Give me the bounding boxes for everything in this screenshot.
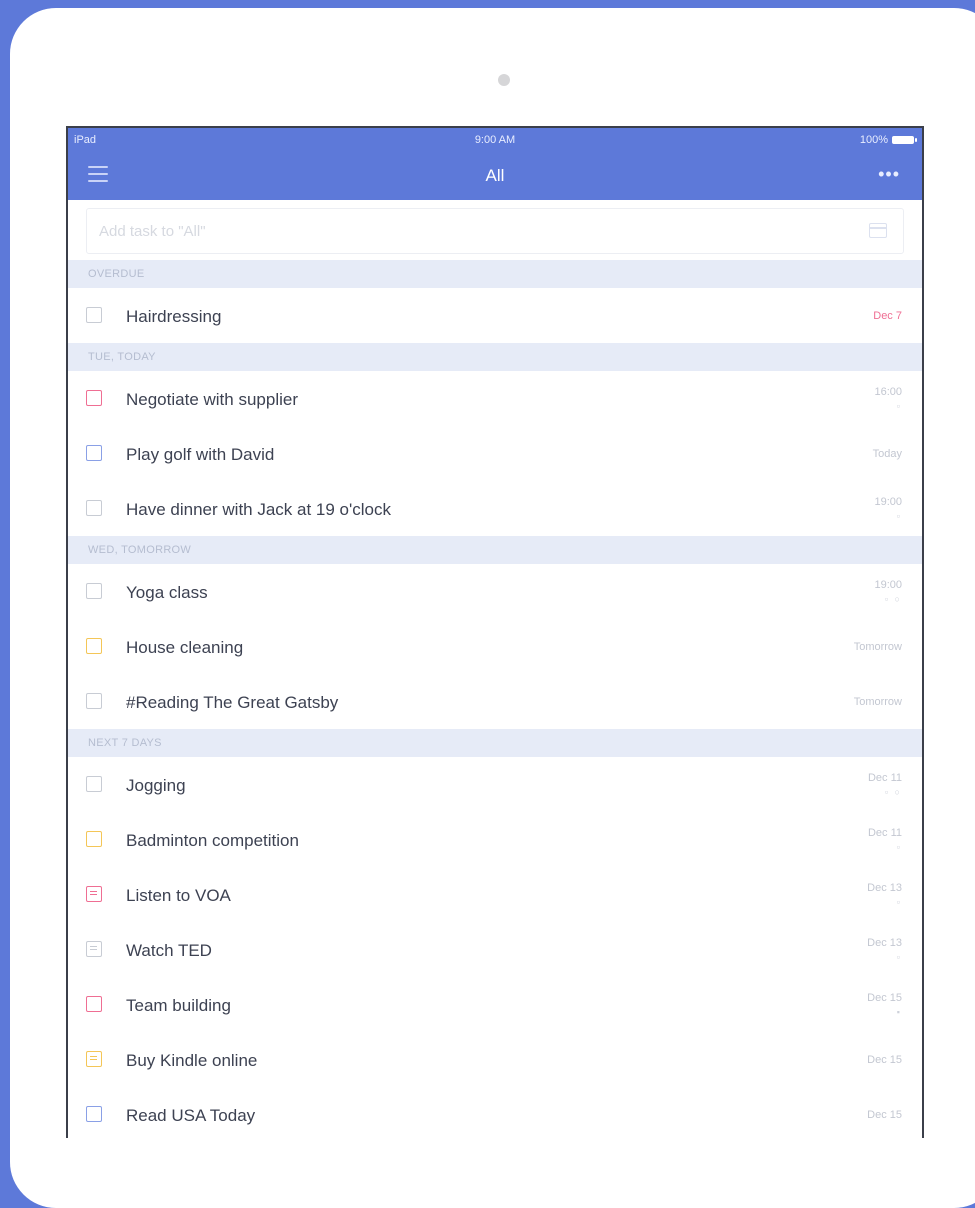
task-due-meta: 19:00 ▫ ○ xyxy=(874,578,902,606)
note-checkbox-icon[interactable] xyxy=(86,886,102,902)
task-row[interactable]: Listen to VOA Dec 13 ▫ xyxy=(68,867,922,922)
task-row[interactable]: Buy Kindle online Dec 15 xyxy=(68,1032,922,1087)
task-due-date: Tomorrow xyxy=(853,696,902,708)
task-title: Have dinner with Jack at 19 o'clock xyxy=(126,500,391,519)
task-row[interactable]: Hairdressing Dec 7 xyxy=(68,288,922,343)
task-row[interactable]: Negotiate with supplier 16:00 ▫ xyxy=(68,371,922,426)
task-row[interactable]: House cleaning Tomorrow xyxy=(68,619,922,674)
task-attribute-icons: ▫ xyxy=(896,897,902,907)
task-due-meta: 16:00 ▫ xyxy=(874,385,902,413)
camera-icon xyxy=(498,74,510,86)
task-due-date: Dec 11 xyxy=(867,827,902,839)
task-due-date: 19:00 xyxy=(874,496,902,508)
section-header: NEXT 7 DAYS xyxy=(68,729,922,757)
navigation-bar: All ••• xyxy=(68,152,922,200)
task-title: Watch TED xyxy=(126,941,212,960)
task-checkbox[interactable] xyxy=(86,831,102,847)
task-due-meta: Dec 15 ▪ xyxy=(867,991,902,1019)
task-due-date: Dec 15 xyxy=(867,1109,902,1121)
task-due-date: Dec 15 xyxy=(867,992,902,1004)
task-checkbox[interactable] xyxy=(86,776,102,792)
status-bar: iPad 9:00 AM 100% xyxy=(68,128,922,152)
task-row[interactable]: #Reading The Great Gatsby Tomorrow xyxy=(68,674,922,729)
task-checkbox[interactable] xyxy=(86,307,102,323)
note-checkbox-icon[interactable] xyxy=(86,1051,102,1067)
task-due-date: 19:00 xyxy=(874,579,902,591)
calendar-icon[interactable] xyxy=(869,223,887,238)
task-due-date: Dec 7 xyxy=(873,310,902,322)
battery-indicator: 100% xyxy=(859,134,917,146)
section-header: WED, TOMORROW xyxy=(68,536,922,564)
task-row[interactable]: Jogging Dec 11 ▫ ○ xyxy=(68,757,922,812)
task-due-meta: Dec 13 ▫ xyxy=(867,936,902,964)
task-title: Hairdressing xyxy=(126,307,222,326)
task-title: Badminton competition xyxy=(126,831,299,850)
task-attribute-icons: ▫ xyxy=(896,401,902,411)
note-checkbox-icon[interactable] xyxy=(86,941,102,957)
task-due-meta: Today xyxy=(873,447,902,461)
battery-icon xyxy=(892,136,917,144)
task-row[interactable]: Badminton competition Dec 11 ▫ xyxy=(68,812,922,867)
task-title: Jogging xyxy=(126,776,186,795)
task-title: Listen to VOA xyxy=(126,886,231,905)
task-row[interactable]: Play golf with David Today xyxy=(68,426,922,481)
task-attribute-icons: ▫ xyxy=(896,511,902,521)
task-title: Read USA Today xyxy=(126,1106,256,1125)
add-task-input[interactable] xyxy=(97,209,841,253)
task-attribute-icons: ▫ ○ xyxy=(884,594,902,604)
task-title: #Reading The Great Gatsby xyxy=(126,693,339,712)
task-due-meta: Tomorrow xyxy=(854,640,902,654)
task-attribute-icons: ▪ xyxy=(896,1007,902,1017)
task-due-date: Tomorrow xyxy=(853,641,902,653)
task-attribute-icons: ▫ ○ xyxy=(884,787,902,797)
task-title: Team building xyxy=(126,996,231,1015)
task-list: OVERDUE Hairdressing Dec 7 TUE, TODAY Negoti… xyxy=(68,260,922,1138)
add-task-bar xyxy=(68,200,922,260)
section-header: OVERDUE xyxy=(68,260,922,288)
task-due-meta: Tomorrow xyxy=(854,695,902,709)
task-due-date: Today xyxy=(872,448,902,460)
add-task-box xyxy=(86,208,904,254)
task-checkbox[interactable] xyxy=(86,445,102,461)
task-attribute-icons: ▫ xyxy=(896,952,902,962)
task-title: Yoga class xyxy=(126,583,208,602)
task-checkbox[interactable] xyxy=(86,1106,102,1122)
task-due-meta: Dec 11 ▫ xyxy=(868,826,902,854)
task-due-date: Dec 15 xyxy=(867,1054,902,1066)
task-checkbox[interactable] xyxy=(86,638,102,654)
task-due-date: Dec 11 xyxy=(867,772,902,784)
task-attribute-icons: ▫ xyxy=(896,842,902,852)
task-title: House cleaning xyxy=(126,638,244,657)
task-title: Buy Kindle online xyxy=(126,1051,258,1070)
task-checkbox[interactable] xyxy=(86,996,102,1012)
page-title: All xyxy=(485,166,505,185)
task-checkbox[interactable] xyxy=(86,693,102,709)
task-due-meta: Dec 15 xyxy=(867,1108,902,1122)
task-row[interactable]: Read USA Today Dec 15 xyxy=(68,1087,922,1138)
task-checkbox[interactable] xyxy=(86,390,102,406)
task-due-meta: Dec 11 ▫ ○ xyxy=(868,771,902,799)
more-horizontal-icon[interactable]: ••• xyxy=(878,164,900,185)
task-due-meta: 19:00 ▫ xyxy=(874,495,902,523)
top-bar: iPad 9:00 AM 100% All ••• xyxy=(68,128,922,200)
status-time: 9:00 AM xyxy=(474,134,516,146)
task-due-date: Dec 13 xyxy=(867,937,902,949)
task-checkbox[interactable] xyxy=(86,583,102,599)
app-screen: iPad 9:00 AM 100% All ••• OVERDUEHairdre… xyxy=(66,126,924,1138)
task-due-date: 16:00 xyxy=(874,386,902,398)
task-checkbox[interactable] xyxy=(86,500,102,516)
task-title: Negotiate with supplier xyxy=(126,390,298,409)
task-row[interactable]: Yoga class 19:00 ▫ ○ xyxy=(68,564,922,619)
task-due-meta: Dec 15 xyxy=(867,1053,902,1067)
task-due-date: Dec 13 xyxy=(867,882,902,894)
battery-percent: 100% xyxy=(859,134,888,146)
task-row[interactable]: Watch TED Dec 13 ▫ xyxy=(68,922,922,977)
task-due-meta: Dec 7 xyxy=(873,309,902,323)
task-title: Play golf with David xyxy=(126,445,275,464)
section-header: TUE, TODAY xyxy=(68,343,922,371)
task-row[interactable]: Team building Dec 15 ▪ xyxy=(68,977,922,1032)
task-due-meta: Dec 13 ▫ xyxy=(867,881,902,909)
task-row[interactable]: Have dinner with Jack at 19 o'clock 19:00… xyxy=(68,481,922,536)
